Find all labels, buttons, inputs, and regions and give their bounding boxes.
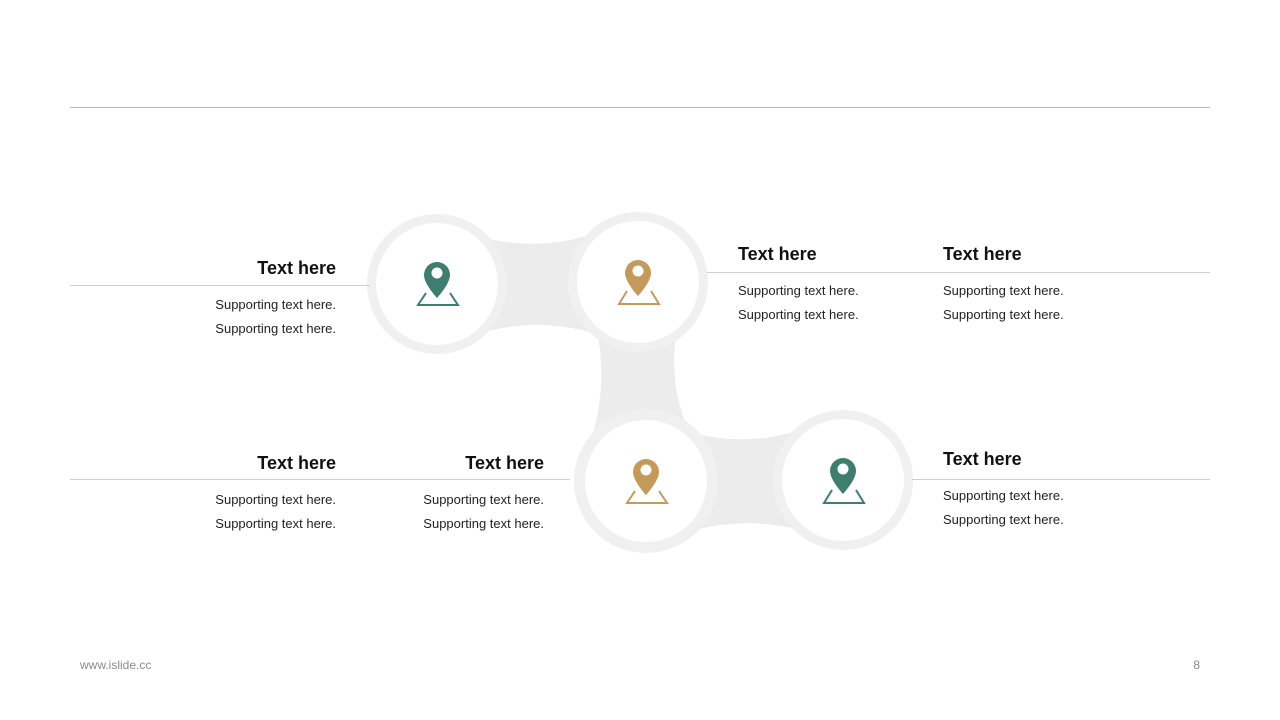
item-4-divider <box>70 479 570 480</box>
item-1-line-1: Supporting text here. <box>215 297 336 312</box>
footer-url: www.islide.cc <box>80 658 152 672</box>
item-2-title: Text here <box>738 244 817 264</box>
node-1 <box>367 214 507 354</box>
item-5-line-1: Supporting text here. <box>423 492 544 507</box>
item-5-line-2: Supporting text here. <box>423 516 544 531</box>
node-4 <box>773 410 913 550</box>
page-number: 8 <box>1193 658 1200 672</box>
item-2-line-1: Supporting text here. <box>738 283 859 298</box>
item-2-divider <box>707 272 1210 273</box>
node-2 <box>568 212 708 352</box>
item-1-title: Text here <box>257 258 336 278</box>
item-3-line-2: Supporting text here. <box>943 307 1064 322</box>
item-3-title: Text here <box>943 244 1022 264</box>
item-4-line-2: Supporting text here. <box>215 516 336 531</box>
item-6-divider <box>912 479 1210 480</box>
item-1-divider <box>70 285 370 286</box>
node-3 <box>574 409 718 553</box>
item-4-line-1: Supporting text here. <box>215 492 336 507</box>
item-3-line-1: Supporting text here. <box>943 283 1064 298</box>
slide: Text here Supporting text here. Supporti… <box>0 0 1280 720</box>
item-2-line-2: Supporting text here. <box>738 307 859 322</box>
item-6-line-2: Supporting text here. <box>943 512 1064 527</box>
item-4-title: Text here <box>257 453 336 473</box>
item-6-line-1: Supporting text here. <box>943 488 1064 503</box>
item-5-title: Text here <box>465 453 544 473</box>
item-6-title: Text here <box>943 449 1022 469</box>
process-diagram <box>367 212 913 553</box>
item-1-line-2: Supporting text here. <box>215 321 336 336</box>
